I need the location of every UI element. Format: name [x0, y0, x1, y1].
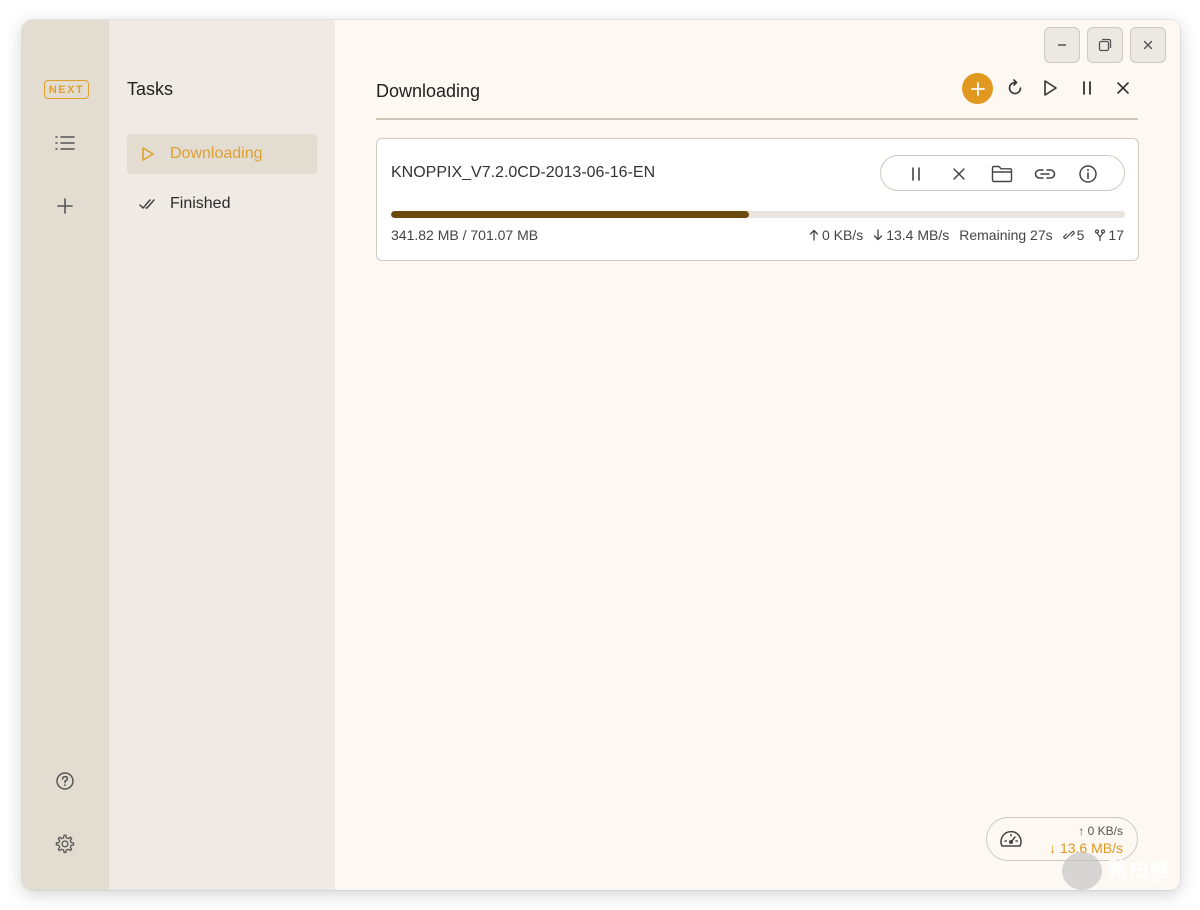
- header-divider: [376, 118, 1138, 120]
- task-card[interactable]: KNOPPIX_V7.2.0CD-2013-06-16-EN 341.82 MB…: [376, 138, 1139, 261]
- task-name: KNOPPIX_V7.2.0CD-2013-06-16-EN: [391, 164, 656, 181]
- watermark-logo: [1062, 852, 1102, 890]
- minimize-button[interactable]: [1044, 27, 1080, 63]
- close-window-button[interactable]: [1130, 27, 1166, 63]
- plus-icon[interactable]: [50, 191, 80, 221]
- task-action-bar: [880, 155, 1125, 191]
- watermark-url: luyouqi.com: [1110, 877, 1164, 888]
- sidebar-item-finished[interactable]: Finished: [127, 184, 317, 224]
- sidebar-item-downloading[interactable]: Downloading: [127, 134, 317, 174]
- list-icon[interactable]: [50, 128, 80, 158]
- gear-icon[interactable]: [50, 829, 80, 859]
- peers-count: 17: [1094, 227, 1124, 243]
- close-icon[interactable]: [945, 160, 973, 188]
- icon-rail: NEXT: [22, 20, 109, 890]
- resume-all-icon[interactable]: [1035, 73, 1065, 103]
- download-speed: 13.4 MB/s: [873, 227, 949, 243]
- delete-all-icon[interactable]: [1108, 73, 1138, 103]
- maximize-button[interactable]: [1087, 27, 1123, 63]
- total-upload-speed: ↑ 0 KB/s: [1078, 824, 1123, 838]
- info-icon[interactable]: [1074, 160, 1102, 188]
- arrow-down-icon: [874, 229, 883, 241]
- sidebar-title: Tasks: [127, 79, 174, 99]
- peers-icon: [1095, 229, 1106, 241]
- pause-all-icon[interactable]: [1072, 73, 1102, 103]
- remaining-time: Remaining 27s: [959, 227, 1053, 243]
- page-title: Downloading: [376, 81, 481, 101]
- task-progress-fill: [391, 211, 749, 218]
- double-check-icon: [139, 195, 157, 213]
- pause-icon[interactable]: [902, 160, 930, 188]
- task-sidebar: Tasks Downloading Finished: [109, 20, 335, 890]
- main-panel: Downloading KNOPPIX_V7.2.0CD-2013-06-16-…: [335, 20, 1180, 890]
- task-size: 341.82 MB / 701.07 MB: [391, 227, 539, 243]
- app-window: NEXT Tasks Downloading Finished Download…: [22, 20, 1180, 890]
- add-task-button[interactable]: [962, 73, 993, 104]
- task-stats: 0 KB/s 13.4 MB/s Remaining 27s 5 17: [809, 227, 1124, 243]
- folder-icon[interactable]: [988, 160, 1016, 188]
- connections-icon: [1062, 230, 1075, 240]
- task-progress-bar: [391, 211, 1125, 218]
- link-icon[interactable]: [1031, 160, 1059, 188]
- upload-speed: 0 KB/s: [809, 227, 863, 243]
- connections-count: 5: [1062, 227, 1084, 243]
- help-icon[interactable]: [50, 766, 80, 796]
- arrow-up-icon: [809, 229, 819, 241]
- app-logo: NEXT: [44, 80, 89, 99]
- play-outline-icon: [139, 145, 157, 163]
- refresh-icon[interactable]: [1000, 73, 1030, 103]
- sidebar-item-label: Downloading: [170, 145, 263, 162]
- speedometer-icon: [1000, 830, 1022, 847]
- sidebar-item-label: Finished: [170, 195, 231, 212]
